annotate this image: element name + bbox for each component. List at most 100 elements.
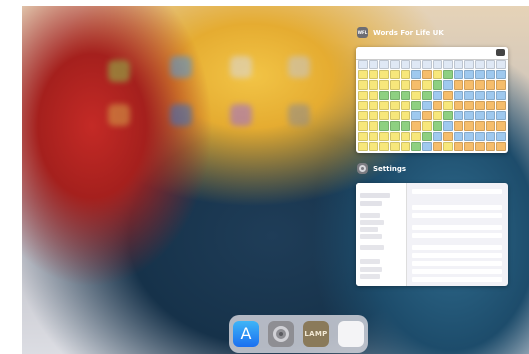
aac-symbol-cell — [368, 100, 379, 111]
settings-row — [360, 220, 384, 225]
settings-app-card[interactable] — [356, 183, 508, 286]
aac-message-bar — [356, 47, 508, 60]
aac-symbol-cell — [432, 70, 443, 80]
aac-symbol-cell — [400, 70, 411, 80]
words-for-life-icon: WFL — [357, 27, 368, 38]
dock: A LAMP — [229, 315, 368, 353]
aac-symbol-cell — [496, 121, 506, 131]
aac-symbol-cell — [496, 90, 506, 100]
aac-symbol-cell — [432, 80, 443, 90]
settings-row — [360, 274, 380, 279]
settings-row — [412, 225, 502, 230]
aac-symbol-cell — [421, 80, 432, 90]
settings-row — [412, 245, 502, 250]
aac-symbol-cell — [453, 131, 464, 141]
aac-symbol-cell — [475, 60, 485, 70]
settings-row — [412, 253, 502, 258]
aac-symbol-cell — [421, 131, 432, 141]
aac-symbol-cell — [496, 70, 506, 80]
settings-row — [360, 234, 382, 239]
words-for-life-app-card[interactable] — [356, 47, 508, 153]
settings-row — [360, 267, 382, 272]
aac-symbol-cell — [475, 141, 485, 151]
settings-row — [360, 193, 390, 198]
aac-symbol-cell — [464, 70, 475, 80]
aac-symbol-cell — [453, 90, 464, 100]
aac-symbol-cell — [379, 80, 389, 90]
home-screen-background: WFL Words For Life UK Settings A LAMP — [22, 6, 529, 354]
delete-icon — [496, 49, 505, 56]
aac-symbol-cell — [411, 70, 421, 80]
aac-symbol-cell — [485, 121, 496, 131]
aac-symbol-cell — [389, 111, 400, 121]
aac-symbol-cell — [496, 100, 506, 111]
aac-symbol-cell — [400, 60, 411, 70]
settings-gear-icon[interactable] — [268, 321, 294, 347]
aac-symbol-cell — [421, 60, 432, 70]
aac-symbol-cell — [475, 70, 485, 80]
blurred-app-icon — [230, 56, 252, 78]
aac-symbol-cell — [443, 80, 453, 90]
aac-symbol-cell — [368, 90, 379, 100]
settings-gear-icon — [357, 163, 368, 174]
aac-symbol-cell — [496, 131, 506, 141]
aac-symbol-cell — [421, 70, 432, 80]
settings-card-header[interactable]: Settings — [357, 163, 406, 174]
aac-symbol-cell — [358, 70, 368, 80]
settings-row — [412, 261, 502, 266]
aac-symbol-cell — [464, 141, 475, 151]
lamp-icon[interactable]: LAMP — [303, 321, 329, 347]
aac-symbol-cell — [485, 111, 496, 121]
settings-row — [360, 213, 380, 218]
aac-symbol-cell — [421, 141, 432, 151]
aac-symbol-cell — [485, 100, 496, 111]
words-for-life-card-header[interactable]: WFL Words For Life UK — [357, 27, 444, 38]
aac-symbol-cell — [411, 100, 421, 111]
aac-symbol-cell — [485, 131, 496, 141]
aac-symbol-cell — [358, 100, 368, 111]
aac-symbol-cell — [475, 100, 485, 111]
app-store-icon[interactable]: A — [233, 321, 259, 347]
app-library-icon[interactable] — [338, 321, 364, 347]
aac-symbol-cell — [443, 70, 453, 80]
aac-symbol-cell — [368, 60, 379, 70]
settings-row — [360, 245, 384, 250]
aac-symbol-cell — [358, 141, 368, 151]
aac-symbol-cell — [358, 90, 368, 100]
settings-row — [360, 201, 382, 206]
aac-symbol-cell — [485, 141, 496, 151]
aac-symbol-cell — [421, 121, 432, 131]
aac-symbol-cell — [389, 131, 400, 141]
aac-symbol-cell — [453, 80, 464, 90]
aac-symbol-cell — [475, 131, 485, 141]
aac-symbol-cell — [389, 121, 400, 131]
aac-symbol-cell — [453, 60, 464, 70]
blurred-app-icon — [288, 56, 310, 78]
aac-symbol-cell — [496, 80, 506, 90]
aac-symbol-cell — [443, 90, 453, 100]
aac-symbol-cell — [496, 141, 506, 151]
blurred-app-icon — [230, 104, 252, 126]
aac-symbol-cell — [432, 90, 443, 100]
aac-symbol-cell — [475, 121, 485, 131]
aac-symbol-cell — [453, 70, 464, 80]
settings-row — [412, 189, 502, 194]
aac-symbol-cell — [443, 111, 453, 121]
lamp-label: LAMP — [304, 330, 328, 338]
aac-symbol-cell — [358, 60, 368, 70]
aac-symbol-cell — [368, 70, 379, 80]
aac-symbol-cell — [400, 121, 411, 131]
aac-symbol-cell — [379, 111, 389, 121]
aac-symbol-cell — [368, 80, 379, 90]
aac-symbol-cell — [464, 100, 475, 111]
settings-row — [412, 269, 502, 274]
aac-symbol-cell — [411, 60, 421, 70]
aac-symbol-cell — [358, 131, 368, 141]
aac-symbol-cell — [496, 60, 506, 70]
aac-symbol-cell — [389, 60, 400, 70]
aac-symbol-cell — [496, 111, 506, 121]
aac-symbol-cell — [379, 90, 389, 100]
aac-symbol-cell — [464, 131, 475, 141]
aac-symbol-cell — [421, 111, 432, 121]
settings-card-title: Settings — [373, 164, 407, 173]
